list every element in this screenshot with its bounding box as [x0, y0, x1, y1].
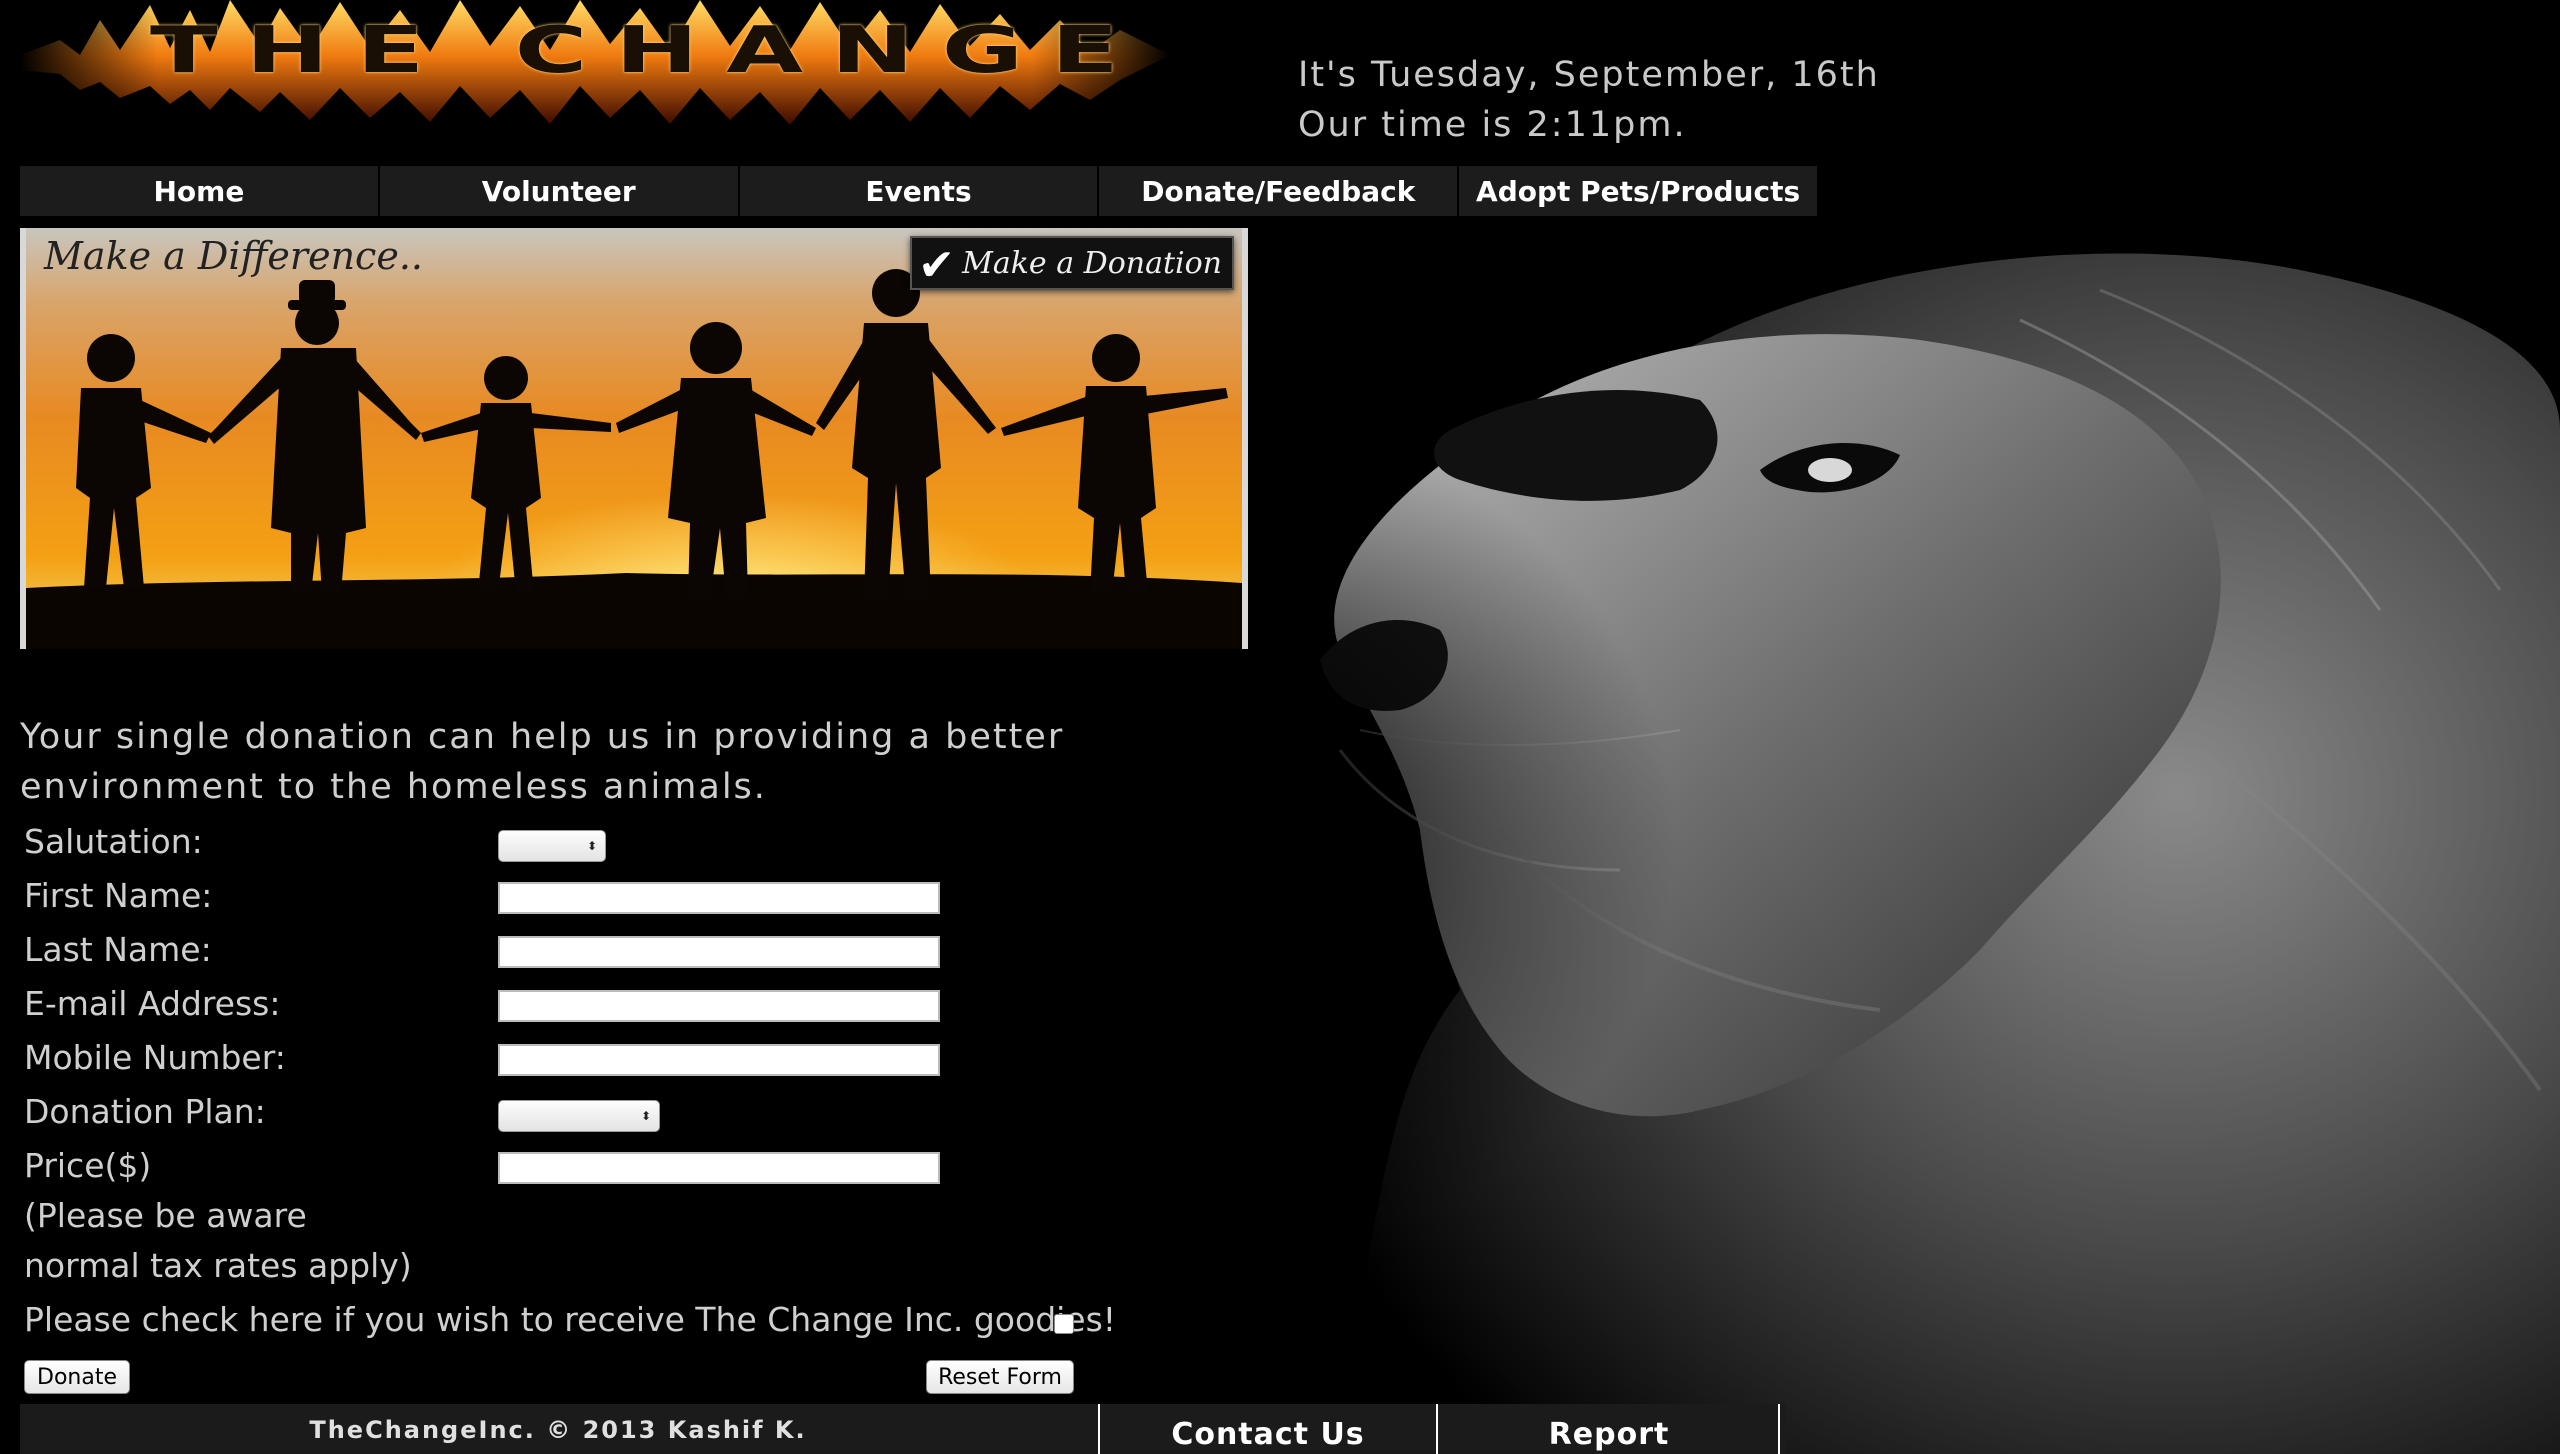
sunset-silhouette-image: [26, 228, 1242, 649]
checkmark-icon: ✔: [918, 240, 956, 291]
copyright-text: TheChangeInc. © 2013 Kashif K.: [309, 1416, 807, 1444]
donation-plan-label: Donation Plan:: [24, 1092, 266, 1131]
site-logo[interactable]: THE CHANGE: [20, 0, 1170, 125]
last-name-field[interactable]: [498, 936, 940, 968]
salutation-label: Salutation:: [24, 822, 203, 861]
select-arrows-icon: ⬍: [586, 839, 597, 853]
report-link[interactable]: Report: [1440, 1404, 1780, 1454]
footer: TheChangeInc. © 2013 Kashif K. Contact U…: [20, 1404, 1786, 1454]
donation-intro-text: Your single donation can help us in prov…: [20, 717, 1065, 807]
date-time-display: It's Tuesday, September, 16th Our time i…: [1298, 50, 1880, 150]
first-name-label: First Name:: [24, 876, 213, 915]
main-navigation: Home Volunteer Events Donate/Feedback Ad…: [20, 166, 1817, 216]
time-text: Our time is 2:11pm.: [1298, 105, 1687, 145]
lion-background-image: [1200, 230, 2560, 1454]
goodies-checkbox[interactable]: [1054, 1314, 1074, 1334]
logo-text: THE CHANGE: [150, 14, 1147, 88]
nav-item-donate-feedback[interactable]: Donate/Feedback: [1099, 166, 1460, 216]
nav-item-events[interactable]: Events: [740, 166, 1100, 216]
first-name-field[interactable]: [498, 882, 940, 914]
goodies-label: Please check here if you wish to receive…: [24, 1300, 1117, 1339]
price-label: Price($): [24, 1146, 152, 1185]
tax-note-line2: normal tax rates apply): [24, 1246, 412, 1285]
tax-note-line1: (Please be aware: [24, 1196, 307, 1235]
contact-us-link[interactable]: Contact Us: [1098, 1404, 1438, 1454]
make-donation-badge[interactable]: ✔ Make a Donation: [910, 236, 1234, 291]
salutation-select[interactable]: ⬍: [498, 830, 606, 862]
email-label: E-mail Address:: [24, 984, 281, 1023]
mobile-number-field[interactable]: [498, 1044, 940, 1076]
nav-item-home[interactable]: Home: [20, 166, 380, 216]
banner-title: Make a Difference..: [44, 234, 423, 278]
donation-banner: Make a Difference.. ✔ Make a Donation: [20, 228, 1248, 649]
donate-button[interactable]: Donate: [24, 1360, 130, 1394]
email-field[interactable]: [498, 990, 940, 1022]
price-field[interactable]: [498, 1152, 940, 1184]
mobile-number-label: Mobile Number:: [24, 1038, 286, 1077]
make-donation-label: Make a Donation: [962, 245, 1222, 281]
date-text: It's Tuesday, September, 16th: [1298, 55, 1880, 95]
nav-item-volunteer[interactable]: Volunteer: [380, 166, 740, 216]
donation-plan-select[interactable]: ⬍: [498, 1100, 660, 1132]
last-name-label: Last Name:: [24, 930, 212, 969]
select-arrows-icon: ⬍: [640, 1109, 651, 1123]
nav-item-adopt-pets-products[interactable]: Adopt Pets/Products: [1459, 166, 1817, 216]
reset-form-button[interactable]: Reset Form: [926, 1360, 1074, 1394]
